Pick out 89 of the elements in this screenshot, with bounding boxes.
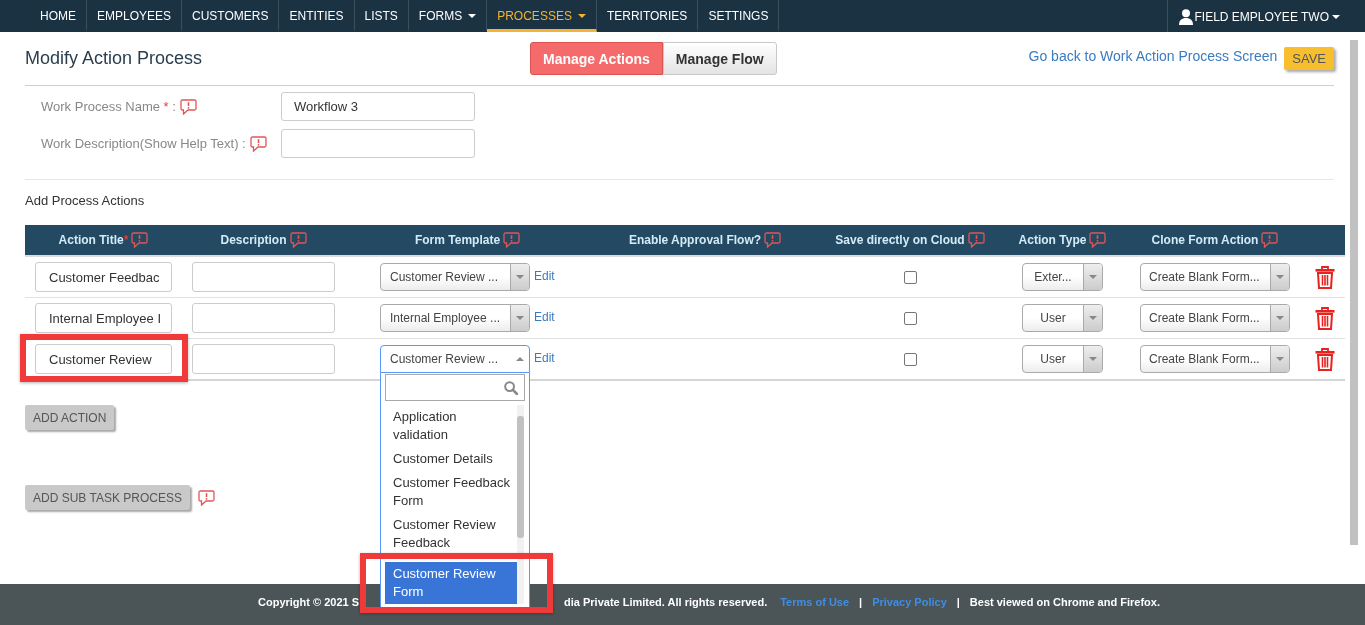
caret-icon (516, 357, 524, 361)
caret-icon (468, 14, 477, 18)
save-on-cloud-checkbox[interactable] (903, 312, 917, 326)
field-label: Work Description(Show Help Text) : (41, 136, 246, 151)
trash-icon[interactable] (1315, 347, 1335, 371)
nav-item[interactable]: EMPLOYEES (87, 0, 183, 32)
nav-item[interactable]: HOME (30, 0, 87, 32)
caret-icon (1089, 316, 1097, 320)
footer-text: dia Private Limited. All rights reserved. (564, 595, 768, 608)
speech-bubble-icon (967, 232, 985, 248)
save-on-cloud-checkbox[interactable] (903, 271, 917, 285)
action-type-select[interactable]: User (1022, 345, 1103, 373)
search-field[interactable] (385, 374, 525, 401)
edit-link[interactable]: Edit (534, 309, 555, 324)
input-field[interactable]: Workflow 3 (281, 92, 475, 121)
description-field[interactable] (192, 303, 335, 333)
edit-link[interactable]: Edit (534, 268, 555, 283)
speech-bubble-icon (197, 489, 215, 506)
caret-icon (1276, 316, 1284, 320)
user-menu[interactable]: FIELD EMPLOYEE TWO (1166, 0, 1365, 32)
search-icon (504, 380, 518, 395)
nav-item[interactable]: FORMS (408, 0, 488, 32)
trash-icon[interactable] (1315, 265, 1335, 289)
clone-action-select[interactable]: Create Blank Form... (1140, 345, 1290, 373)
dropdown-option[interactable]: Customer Details (385, 447, 517, 471)
form-template-select[interactable]: Customer Review ... (380, 263, 530, 291)
add-sub-task-button[interactable]: ADD SUB TASK PROCESS (25, 485, 190, 510)
caret-icon (1332, 15, 1340, 19)
footer-separator: | (859, 595, 863, 608)
user-icon (1178, 9, 1193, 25)
edit-link[interactable]: Edit (534, 350, 555, 365)
caret-icon (577, 14, 586, 18)
description-field[interactable] (192, 344, 335, 374)
footer-text: Copyright © 2021 S (258, 595, 360, 608)
caret-icon (1276, 275, 1284, 279)
nav-item[interactable]: SETTINGS (698, 0, 780, 32)
speech-bubble-icon (1089, 232, 1107, 248)
field-label: Work Process Name * : (41, 99, 176, 114)
footer-separator: | (956, 595, 960, 608)
dropdown-option[interactable]: Customer Review Feedback (385, 513, 517, 555)
nav-item[interactable]: CUSTOMERS (182, 0, 280, 32)
back-link[interactable]: Go back to Work Action Process Screen (1028, 47, 1278, 64)
caret-icon (516, 316, 524, 320)
action-type-select[interactable]: User (1022, 304, 1103, 332)
speech-bubble-icon (503, 232, 521, 248)
action-title-field[interactable]: Customer Feedbac (35, 262, 172, 292)
dropdown-option[interactable]: Customer Review Form (385, 562, 517, 604)
column-header: Action Title* (58, 233, 129, 247)
action-title-field[interactable]: Customer Review (35, 344, 172, 374)
save-on-cloud-checkbox[interactable] (903, 353, 917, 367)
caret-icon (1089, 275, 1097, 279)
nav-item[interactable]: PROCESSES (487, 0, 597, 32)
scrollbar-thumb[interactable] (517, 416, 524, 538)
clone-action-select[interactable]: Create Blank Form... (1140, 263, 1290, 291)
action-type-select[interactable]: Exter... (1022, 263, 1103, 291)
speech-bubble-icon (289, 232, 307, 248)
trash-icon[interactable] (1315, 306, 1335, 330)
speech-bubble-icon (179, 98, 197, 115)
speech-bubble-icon (249, 135, 267, 152)
speech-bubble-icon (131, 232, 149, 248)
column-header: Clone Form Action (1151, 233, 1259, 247)
form-template-select[interactable]: Internal Employee ... (380, 304, 530, 332)
description-field[interactable] (192, 262, 335, 292)
page-title: Modify Action Process (25, 48, 204, 69)
action-title-field[interactable]: Internal Employee I (35, 303, 172, 333)
column-header: Form Template (414, 233, 501, 247)
add-action-button[interactable]: ADD ACTION (25, 405, 115, 430)
view-tab[interactable]: Manage Flow (662, 42, 777, 75)
section-title: Add Process Actions (25, 193, 146, 208)
column-header: Description (220, 233, 287, 247)
column-header: Save directly on Cloud (835, 233, 965, 247)
dropdown-option[interactable]: Application validation (385, 405, 517, 447)
column-header: Enable Approval Flow? (628, 233, 762, 247)
column-header: Action Type (1018, 233, 1087, 247)
clone-action-select[interactable]: Create Blank Form... (1140, 304, 1290, 332)
input-field[interactable] (281, 129, 475, 158)
speech-bubble-icon (764, 232, 782, 248)
caret-icon (1276, 357, 1284, 361)
caret-icon (516, 275, 524, 279)
nav-item[interactable]: TERRITORIES (596, 0, 699, 32)
dropdown-option[interactable]: Customer Feedback Form (385, 471, 517, 513)
footer-text: Best viewed on Chrome and Firefox. (969, 595, 1160, 608)
scrollbar-thumb[interactable] (1350, 40, 1358, 545)
nav-item[interactable]: ENTITIES (279, 0, 355, 32)
save-button[interactable]: SAVE (1284, 47, 1334, 70)
speech-bubble-icon (1261, 232, 1279, 248)
form-template-select[interactable]: Customer Review ... (380, 345, 530, 373)
caret-icon (1089, 357, 1097, 361)
nav-item[interactable]: LISTS (354, 0, 409, 32)
